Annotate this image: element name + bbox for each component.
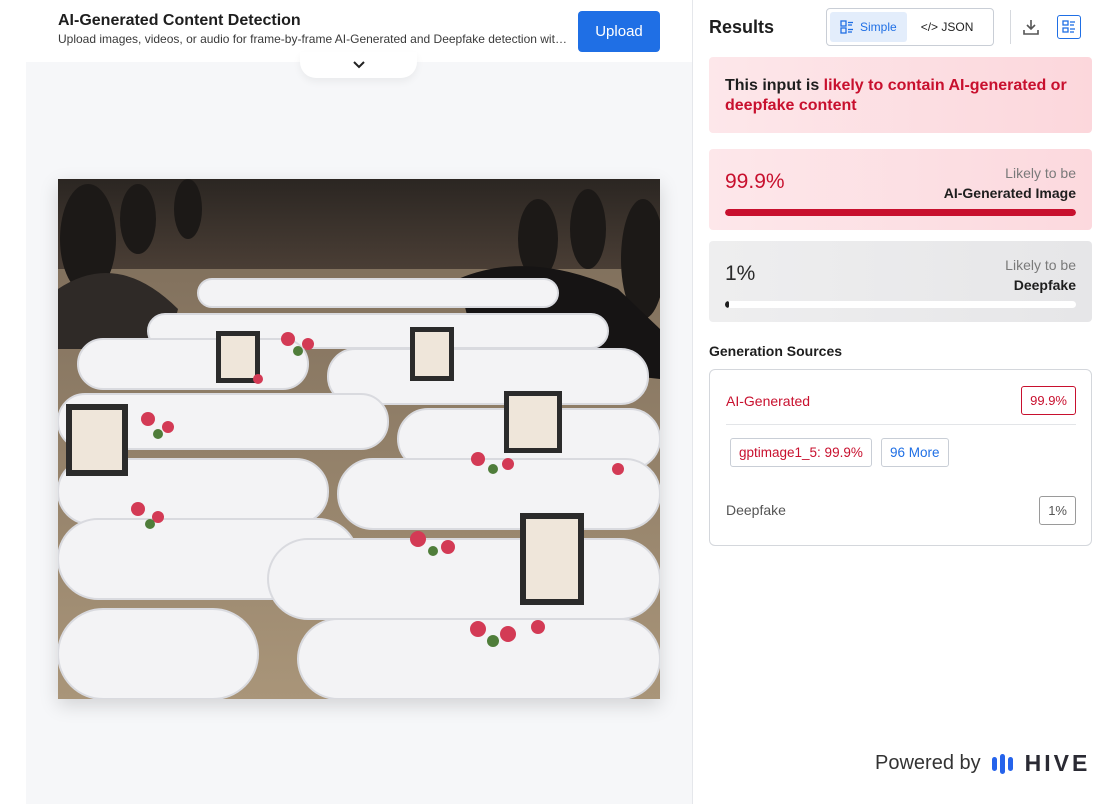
deepfake-progress-fill xyxy=(725,301,729,308)
deepfake-likely: Likely to be Deepfake xyxy=(1005,255,1076,295)
powered-by-label: Powered by xyxy=(875,752,981,774)
ai-generated-progress-bar xyxy=(725,209,1076,216)
ai-generated-source-badge: 99.9% xyxy=(1021,386,1076,415)
page-subtitle: Upload images, videos, or audio for fram… xyxy=(58,32,570,46)
deepfake-source-label: Deepfake xyxy=(726,502,786,518)
simple-view-button[interactable]: Simple xyxy=(830,12,907,42)
ai-generated-progress-fill xyxy=(725,209,1076,216)
detail-view-button[interactable] xyxy=(1057,15,1081,39)
model-chip[interactable]: gptimage1_5: 99.9% xyxy=(730,438,872,467)
ai-generated-percent: 99.9% xyxy=(725,170,785,193)
generation-sources-title: Generation Sources xyxy=(709,343,843,359)
deepfake-progress-bar xyxy=(725,301,1076,308)
deepfake-likely-line2: Deepfake xyxy=(1013,277,1076,293)
deepfake-score-card: 1% Likely to be Deepfake xyxy=(709,241,1092,322)
ai-generated-source-label: AI-Generated xyxy=(726,393,811,409)
more-sources-button[interactable]: 96 More xyxy=(881,438,949,467)
ai-generated-likely-line1: Likely to be xyxy=(1005,165,1076,181)
ai-generated-likely: Likely to be AI-Generated Image xyxy=(944,163,1076,203)
download-button[interactable] xyxy=(1019,15,1043,39)
uploaded-image xyxy=(58,179,660,699)
upload-button[interactable]: Upload xyxy=(578,11,660,52)
ai-generated-score-card: 99.9% Likely to be AI-Generated Image xyxy=(709,149,1092,230)
page-title: AI-Generated Content Detection xyxy=(58,12,301,29)
verdict-alert: This input is likely to contain AI-gener… xyxy=(709,57,1092,133)
toolbar-separator xyxy=(1010,10,1011,44)
simple-view-label: Simple xyxy=(860,20,897,34)
deepfake-likely-line1: Likely to be xyxy=(1005,257,1076,273)
deepfake-source-badge: 1% xyxy=(1039,496,1076,525)
hive-brand: HIVE xyxy=(1024,750,1091,776)
download-icon xyxy=(1023,20,1039,35)
detail-view-icon xyxy=(1062,20,1075,33)
json-view-label: </> JSON xyxy=(920,20,974,34)
collapse-header-toggle[interactable] xyxy=(300,52,417,78)
ai-generated-likely-line2: AI-Generated Image xyxy=(943,185,1076,201)
chevron-down-icon xyxy=(352,61,365,69)
results-panel: Results Simple </> JSON This input is li… xyxy=(693,0,1107,804)
generation-sources-card: AI-Generated 99.9% gptimage1_5: 99.9% 96… xyxy=(709,369,1092,546)
deepfake-percent: 1% xyxy=(725,262,756,285)
verdict-prefix: This input is xyxy=(725,77,824,94)
powered-by: Powered by HIVE xyxy=(875,750,1090,777)
input-panel: AI-Generated Content Detection Upload im… xyxy=(0,0,692,804)
view-toggle: Simple </> JSON xyxy=(826,8,994,46)
json-view-button[interactable]: </> JSON xyxy=(911,12,984,42)
list-icon xyxy=(840,20,853,34)
hive-logo-icon xyxy=(991,753,1013,774)
results-title: Results xyxy=(709,17,775,37)
sources-divider xyxy=(726,424,1076,425)
